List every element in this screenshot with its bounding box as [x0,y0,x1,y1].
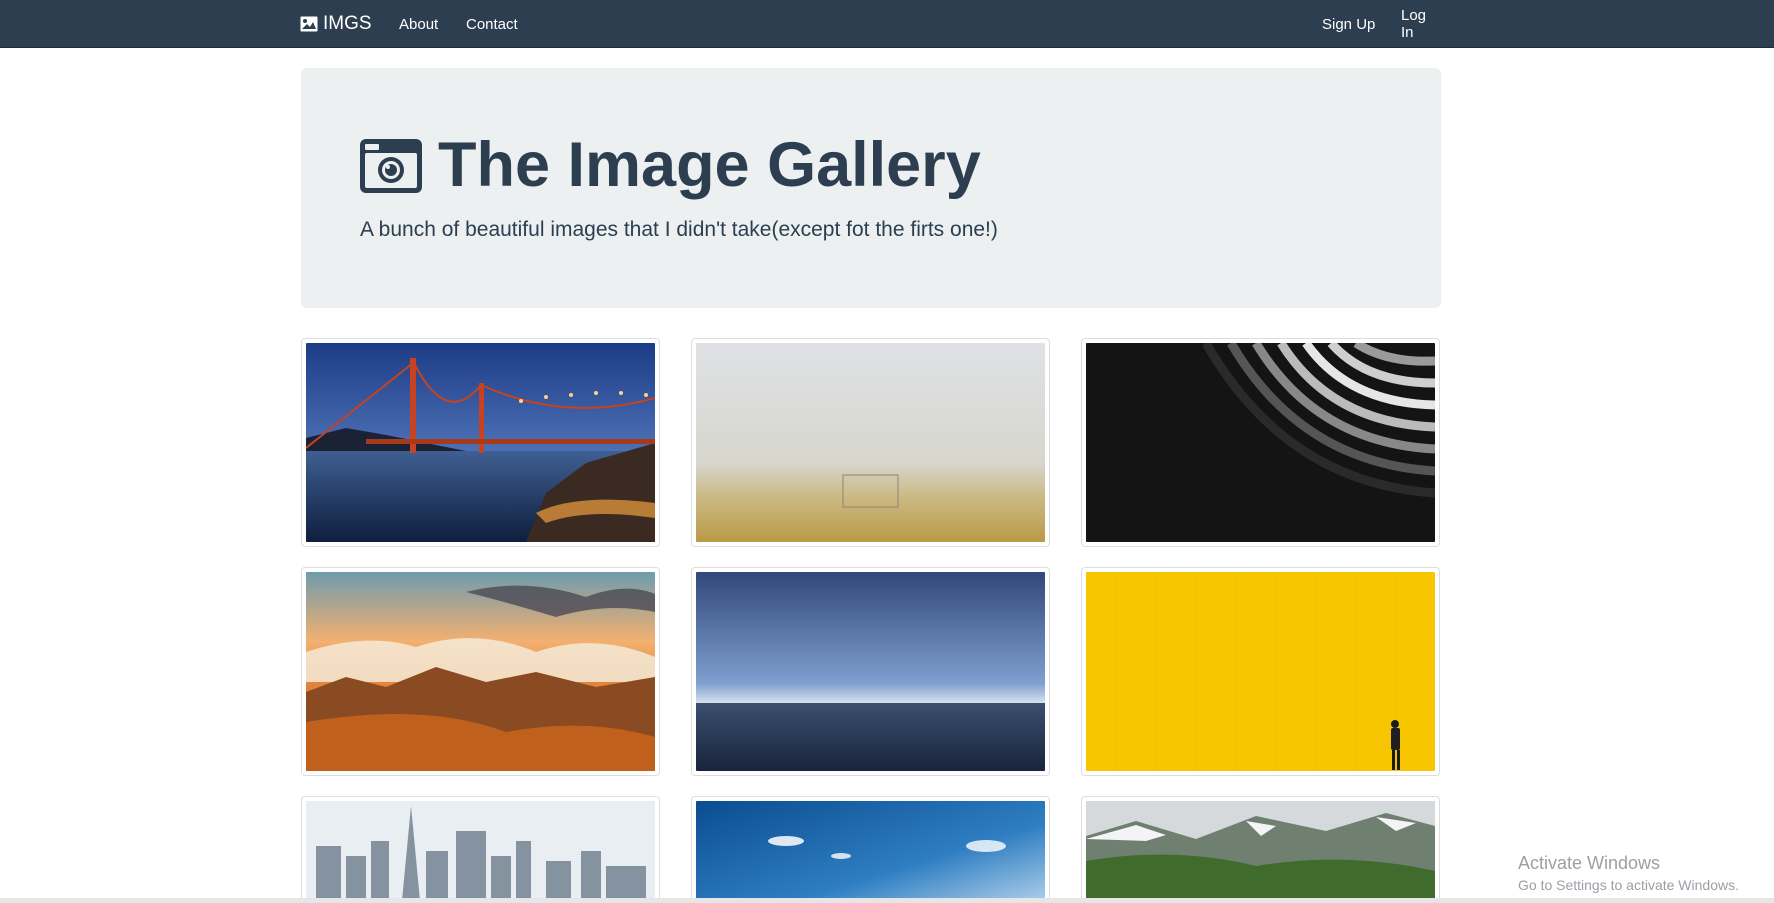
gallery-thumbnail-green-mountains[interactable] [1081,796,1440,903]
nav-contact-link[interactable]: Contact [466,0,518,48]
gallery-thumbnail-architecture[interactable] [1081,338,1440,547]
page-title: The Image Gallery [360,134,981,197]
foggy-field-goal-image [696,343,1045,542]
gallery-thumbnail-bridge[interactable] [301,338,660,547]
gallery-thumbnail-foggy-field[interactable] [691,338,1050,547]
horizontal-scrollbar[interactable] [0,898,1774,903]
green-mountains-image [1086,801,1435,903]
brand-label: IMGS [323,13,372,34]
mountains-clouds-sunset-image [306,572,655,771]
page-title-text: The Image Gallery [438,130,981,200]
nav-signup-link[interactable]: Sign Up [1322,0,1375,48]
watermark-title: Activate Windows [1518,853,1661,873]
yellow-wall-person-image [1086,572,1435,771]
navbar: IMGS About Contact Sign Up Log In [0,0,1774,48]
city-skyline-image [306,801,655,903]
bridge-at-dusk-image [306,343,655,542]
camera-icon [360,138,422,193]
brand-link[interactable]: IMGS [300,0,372,48]
watermark-subtitle: Go to Settings to activate Windows. [1518,877,1739,893]
ocean-horizon-image [696,572,1045,771]
navbar-container: IMGS About Contact Sign Up Log In [300,0,1442,48]
gallery-thumbnail-yellow-wall[interactable] [1081,567,1440,776]
gallery-thumbnail-ocean[interactable] [691,567,1050,776]
jumbotron: The Image Gallery A bunch of beautiful i… [301,68,1441,308]
gallery-thumbnail-mountains-sunset[interactable] [301,567,660,776]
windows-activation-watermark: Activate Windows Go to Settings to activ… [1518,853,1739,893]
gallery-thumbnail-city[interactable] [301,796,660,903]
nav-about-link[interactable]: About [399,0,438,48]
nav-login-link[interactable]: Log In [1401,0,1442,48]
image-icon [300,16,318,32]
blue-sky-image [696,801,1045,903]
gallery-thumbnail-sky[interactable] [691,796,1050,903]
abstract-architecture-image [1086,343,1435,542]
page-subtitle: A bunch of beautiful images that I didn'… [360,218,998,241]
